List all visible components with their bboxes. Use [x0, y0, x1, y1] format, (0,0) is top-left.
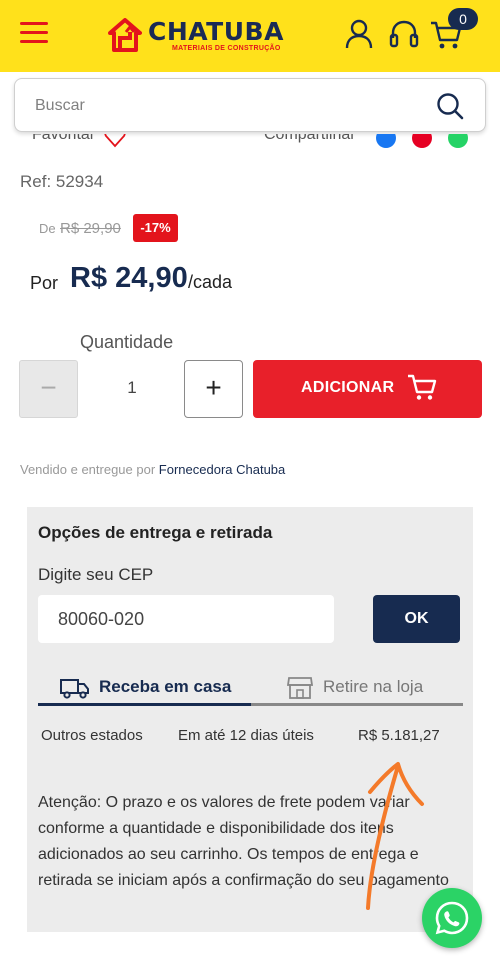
add-cart-icon [408, 374, 437, 400]
tab-home-label: Receba em casa [99, 677, 232, 696]
menu-icon[interactable] [20, 22, 48, 46]
discount-badge: -17% [133, 214, 178, 242]
logo-subtitle: MATERIAIS DE CONSTRUÇÃO [172, 45, 281, 52]
cart-count-badge: 0 [448, 8, 478, 30]
headset-icon[interactable] [389, 18, 419, 50]
logo-text: CHATUBA [148, 17, 284, 46]
favorite-share-row: Favoritar Compartilhar [0, 134, 500, 150]
quantity-input[interactable] [90, 374, 174, 402]
delivery-options-panel: Opções de entrega e retirada Digite seu … [27, 507, 473, 932]
seller-link[interactable]: Fornecedora Chatuba [159, 462, 285, 477]
cep-label: Digite seu CEP [38, 565, 154, 584]
delivery-title: Opções de entrega e retirada [38, 523, 273, 542]
tab-home-delivery[interactable]: Receba em casa [38, 675, 251, 705]
user-icon[interactable] [344, 18, 374, 50]
tab-divider [251, 703, 463, 706]
quantity-increase-button[interactable]: + [184, 360, 243, 418]
share-label: Compartilhar [264, 134, 356, 143]
whatsapp-chat-button[interactable] [422, 888, 482, 948]
price-unit: /cada [188, 272, 233, 292]
pinterest-icon[interactable] [412, 134, 432, 148]
tab-store-label: Retire na loja [323, 677, 424, 696]
shipping-notice: Atenção: O prazo e os valores de frete p… [38, 794, 449, 889]
truck-icon [60, 679, 89, 699]
favorite-label[interactable]: Favoritar [32, 134, 95, 144]
shipping-price: R$ 5.181,27 [358, 727, 440, 744]
heart-icon[interactable] [104, 134, 126, 148]
cep-input[interactable] [38, 595, 334, 643]
old-price-prefix: De [39, 221, 56, 236]
quantity-label: Quantidade [80, 332, 174, 352]
search-input[interactable] [35, 91, 415, 121]
product-ref: Ref: 52934 [20, 172, 104, 191]
add-to-cart-button[interactable]: ADICIONAR [253, 360, 482, 418]
tab-active-indicator [38, 703, 251, 706]
seller-info: Vendido e entregue por Fornecedora Chatu… [20, 462, 285, 477]
seller-prefix: Vendido e entregue por [20, 462, 156, 477]
logo-house-icon [108, 18, 142, 52]
whatsapp-icon [435, 901, 469, 935]
price-prefix: Por [30, 273, 59, 293]
shipping-deadline: Em até 12 dias úteis [178, 727, 314, 744]
price: R$ 24,90 [70, 262, 188, 294]
shipping-region: Outros estados [41, 727, 143, 744]
search-icon[interactable] [435, 91, 465, 121]
old-price: R$ 29,90 [60, 220, 121, 237]
shipping-option-row: Outros estados Em até 12 dias úteis R$ 5… [27, 725, 473, 747]
store-icon [287, 677, 313, 699]
search-bar [14, 78, 486, 132]
facebook-icon[interactable] [376, 134, 396, 148]
quantity-decrease-button[interactable]: − [19, 360, 78, 418]
add-to-cart-label: ADICIONAR [301, 379, 395, 396]
tab-store-pickup[interactable]: Retire na loja [251, 675, 463, 705]
header-bar: CHATUBA MATERIAIS DE CONSTRUÇÃO 0 [0, 0, 500, 72]
whatsapp-share-icon[interactable] [448, 134, 468, 148]
logo[interactable]: CHATUBA MATERIAIS DE CONSTRUÇÃO [108, 16, 290, 56]
cep-ok-button[interactable]: OK [373, 595, 460, 643]
